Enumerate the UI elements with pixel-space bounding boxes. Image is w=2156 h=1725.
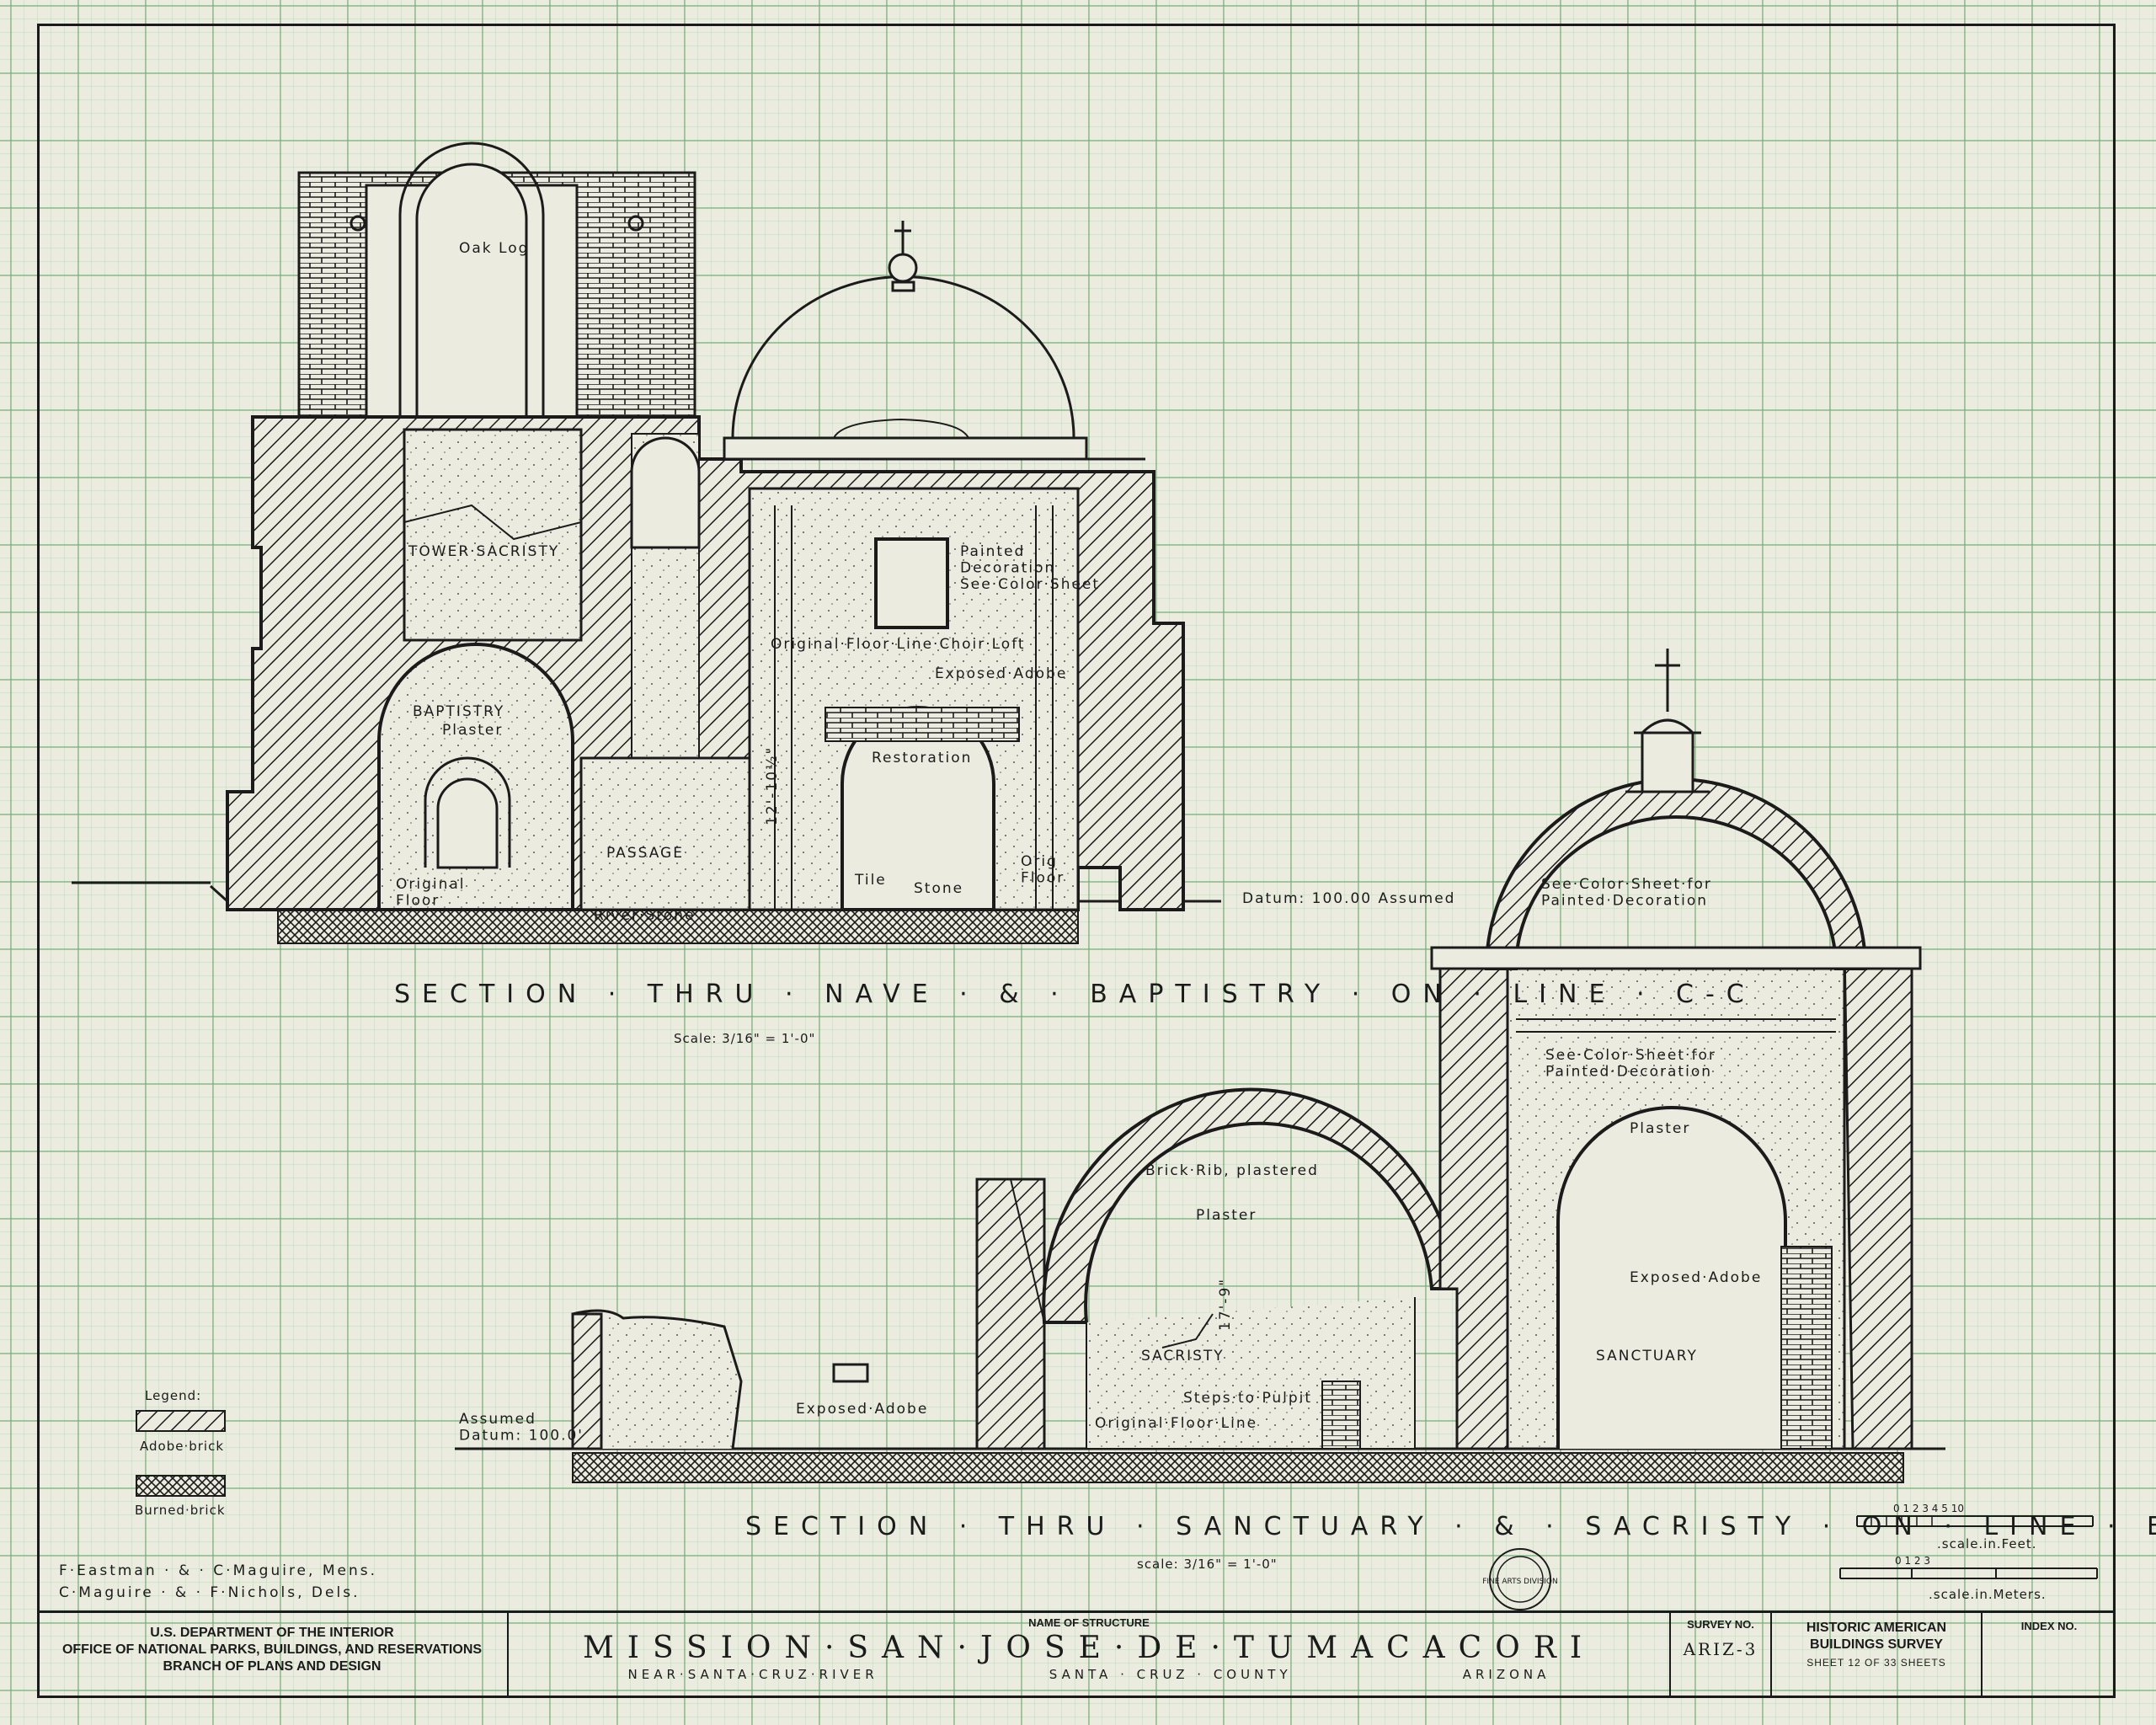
section-bb-scale: scale: 3/16" = 1'-0" (1137, 1557, 1278, 1572)
stamp-text: FINE ARTS DIVISION (1482, 1578, 1558, 1586)
location-county: SANTA · CRUZ · COUNTY (1049, 1667, 1292, 1682)
label-plaster-sanctuary: Plaster (1630, 1120, 1690, 1137)
meters-ticks: 0 1 2 3 (1895, 1555, 1930, 1567)
label-restoration: Restoration (872, 750, 972, 766)
drawing-sheet: Oak Log TOWER·SACRISTY Painted Decoration… (0, 0, 2156, 1725)
legend-label-adobe: Adobe·brick (140, 1439, 224, 1454)
feet-ticks: 0 1 2 3 4 5 10 (1893, 1503, 1964, 1514)
credit-line-measurers: F·Eastman · & · C·Maguire, Mens. (59, 1562, 377, 1579)
habs-block: HISTORIC AMERICAN BUILDINGS SURVEY SHEET… (1772, 1613, 1983, 1698)
label-exposed-adobe-left: Exposed·Adobe (796, 1401, 928, 1418)
sacristy-left-wall (975, 1178, 1046, 1450)
label-stone: Stone (914, 880, 963, 897)
legend-label-burned: Burned·brick (135, 1503, 226, 1518)
label-choir-loft: Original·Floor·Line·Choir·Loft (771, 636, 1026, 653)
section-cc-drawing (72, 142, 1221, 944)
label-see-color-1: See·Color·Sheet·for Painted·Decoration (1541, 876, 1712, 910)
agency-line-3: BRANCH OF PLANS AND DESIGN (163, 1659, 382, 1674)
label-assumed-datum: Assumed Datum: 100.0' (459, 1411, 584, 1445)
legend-swatch-adobe (136, 1410, 226, 1432)
sanctuary-right-wall (1843, 946, 1913, 1450)
label-exposed-adobe-sanctuary: Exposed·Adobe (1630, 1269, 1762, 1286)
legend-swatch-burned (136, 1475, 226, 1497)
label-tower-sacristy: TOWER·SACRISTY (408, 543, 559, 560)
baptistry-window (436, 777, 499, 869)
fine-arts-stamp: FINE ARTS DIVISION (1482, 1548, 1558, 1610)
meters-label: .scale.in.Meters. (1929, 1587, 2047, 1602)
choir-window (874, 537, 949, 629)
architectural-drawing: Oak Log TOWER·SACRISTY Painted Decoration… (72, 142, 2156, 1610)
label-original-floor-line: Original·Floor·Line (1095, 1415, 1257, 1432)
cross-cc (894, 221, 911, 254)
agency-line-1: U.S. DEPARTMENT OF THE INTERIOR (150, 1626, 394, 1640)
label-tile: Tile (854, 872, 887, 889)
label-oak-log: Oak Log (459, 240, 529, 257)
label-plaster-sacristy: Plaster (1196, 1207, 1257, 1224)
survey-number: ARIZ-3 (1683, 1639, 1758, 1659)
label-plaster-cc: Plaster (442, 722, 503, 739)
agency-block: U.S. DEPARTMENT OF THE INTERIOR OFFICE O… (37, 1613, 509, 1698)
label-exposed-adobe-cc: Exposed·Adobe (935, 665, 1067, 682)
cross-bb (1655, 649, 1680, 712)
label-river-stone: River·Stone (594, 907, 696, 924)
index-caption: INDEX NO. (2020, 1620, 2078, 1632)
lantern-ball (888, 253, 918, 283)
label-sanctuary: SANCTUARY (1596, 1348, 1698, 1365)
tower-sacristy-room (403, 428, 583, 642)
index-block: INDEX NO. (1983, 1613, 2116, 1698)
label-see-color-2: See·Color·Sheet·for Painted·Decoration (1545, 1047, 1716, 1081)
label-baptistry: BAPTISTRY (413, 703, 504, 720)
structure-name-block: NAME OF STRUCTURE MISSION·SAN·JOSE·DE·TU… (509, 1613, 1671, 1698)
label-dimension-bb: 17'-9" (1217, 1278, 1234, 1331)
title-block: U.S. DEPARTMENT OF THE INTERIOR OFFICE O… (37, 1610, 2116, 1698)
label-passage: PASSAGE (606, 845, 684, 862)
dome-bb (1484, 777, 1868, 970)
location-line: NEAR·SANTA·CRUZ·RIVER SANTA · CRUZ · COU… (509, 1667, 1669, 1682)
label-steps-to-pulpit: Steps·to·Pulpit (1183, 1390, 1312, 1407)
dome-cc (731, 275, 1075, 439)
section-cc-title: SECTION · THRU · NAVE · & · BAPTISTRY · … (394, 980, 1756, 1009)
legend-swatches: Legend: Adobe·brick Burned·brick (135, 1388, 226, 1518)
sacristy-vault (1042, 1087, 1460, 1324)
legend-title: Legend: (145, 1388, 201, 1403)
lantern-bb (1641, 718, 1694, 792)
credit-line-delineators: C·Maguire · & · F·Nichols, Dels. (59, 1584, 360, 1601)
baptistry-vault (377, 643, 574, 911)
credits: F·Eastman · & · C·Maguire, Mens. C·Magui… (59, 1560, 377, 1604)
section-cc-scale: Scale: 3/16" = 1'-0" (674, 1031, 815, 1046)
agency-line-2: OFFICE OF NATIONAL PARKS, BUILDINGS, AND… (61, 1642, 483, 1657)
habs-line-2: BUILDINGS SURVEY (1810, 1637, 1943, 1652)
feet-label: .scale.in.Feet. (1937, 1536, 2037, 1551)
name-caption: NAME OF STRUCTURE (1028, 1616, 1150, 1629)
location-state: ARIZONA (1462, 1667, 1550, 1682)
survey-block: SURVEY NO. ARIZ-3 (1671, 1613, 1772, 1698)
location-river: NEAR·SANTA·CRUZ·RIVER (627, 1667, 878, 1682)
label-brick-rib: Brick·Rib, plastered (1145, 1162, 1319, 1179)
foundation-bb (572, 1452, 1904, 1483)
label-dimension-cc: 12'-10½" (764, 746, 781, 825)
sheet-number: SHEET 12 OF 33 SHEETS (1806, 1657, 1946, 1669)
sanctuary-left-wall (1438, 946, 1509, 1450)
label-sacristy: SACRISTY (1141, 1348, 1225, 1365)
belfry-arch (415, 163, 528, 421)
structure-name: MISSION·SAN·JOSE·DE·TUMACACORI (582, 1631, 1596, 1665)
habs-line-1: HISTORIC AMERICAN (1806, 1621, 1947, 1635)
label-datum: Datum: 100.00 Assumed (1242, 890, 1455, 907)
passage-room (579, 756, 751, 911)
survey-caption: SURVEY NO. (1687, 1618, 1754, 1631)
